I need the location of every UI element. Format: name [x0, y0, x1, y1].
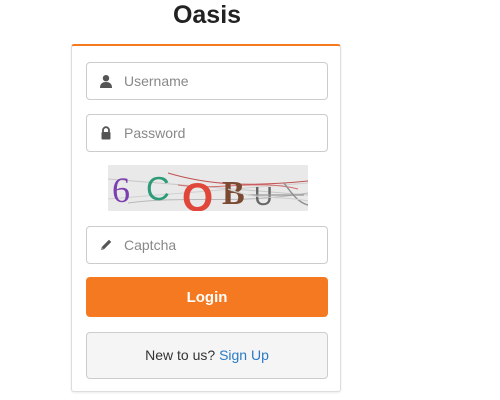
svg-text:O: O — [182, 176, 213, 211]
login-button[interactable]: Login — [86, 277, 328, 317]
svg-text:C: C — [146, 170, 170, 207]
signup-prompt: New to us? Sign Up — [86, 332, 328, 379]
captcha-image: 6 C O B U — [108, 165, 308, 211]
signup-prompt-text: New to us? — [145, 347, 220, 363]
username-input[interactable] — [124, 63, 319, 99]
captcha-input[interactable] — [124, 227, 319, 263]
password-field[interactable] — [86, 114, 328, 152]
signup-link[interactable]: Sign Up — [219, 347, 269, 363]
user-icon — [100, 75, 112, 88]
lock-icon — [101, 126, 111, 140]
login-panel: 6 C O B U Login New to us? Sign Up — [71, 44, 341, 392]
pencil-icon — [101, 239, 112, 250]
app-title: Oasis — [172, 1, 242, 29]
password-input[interactable] — [124, 115, 319, 151]
svg-text:6: 6 — [112, 170, 130, 210]
username-field[interactable] — [86, 62, 328, 100]
captcha-field[interactable] — [86, 226, 328, 264]
